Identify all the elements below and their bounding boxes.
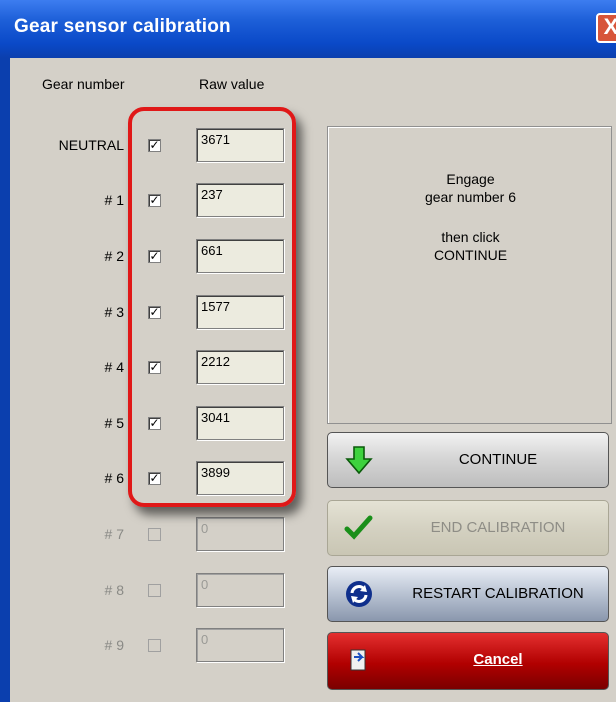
title-bar[interactable]: Gear sensor calibration X (0, 0, 616, 58)
gear-checkbox-8[interactable] (148, 584, 161, 597)
instruction-line-2: gear number 6 (424, 189, 517, 205)
window-frame (0, 58, 10, 702)
exit-door-icon (350, 649, 366, 671)
gear-label-6: # 6 (104, 470, 124, 486)
raw-value-field-8[interactable]: 0 (196, 573, 284, 607)
gear-label-9: # 9 (104, 637, 124, 653)
blue-refresh-icon (346, 581, 372, 607)
instruction-line-1: Engage (446, 171, 495, 187)
cancel-button-label: Cancel (473, 651, 523, 668)
gear-label-7: # 7 (104, 526, 124, 542)
window-title: Gear sensor calibration (14, 16, 231, 37)
gear-checkbox-7[interactable] (148, 528, 161, 541)
gear-label-4: # 4 (104, 359, 124, 375)
raw-value-field-7[interactable]: 0 (196, 517, 284, 551)
continue-button-label: CONTINUE (458, 451, 538, 468)
restart-calibration-button-label: RESTART CALIBRATION (412, 585, 584, 602)
gear-number-header: Gear number (42, 76, 125, 92)
gear-label-neutral: NEUTRAL (58, 137, 124, 153)
end-calibration-button[interactable]: END CALIBRATION (327, 500, 609, 556)
green-down-arrow-icon (345, 446, 373, 475)
cancel-button[interactable]: Cancel (327, 632, 609, 690)
gear-checkbox-9[interactable] (148, 639, 161, 652)
close-button[interactable]: X (596, 13, 616, 43)
continue-button[interactable]: CONTINUE (327, 432, 609, 488)
gear-label-2: # 2 (104, 248, 124, 264)
instruction-line-3: then click (441, 229, 500, 245)
instruction-line-4: CONTINUE (433, 247, 508, 263)
calibration-window: Gear sensor calibration X Gear number Ra… (0, 0, 616, 702)
gear-label-1: # 1 (104, 192, 124, 208)
green-check-icon (344, 515, 373, 540)
gear-label-3: # 3 (104, 304, 124, 320)
instruction-panel: Engage gear number 6 then click CONTINUE (327, 126, 612, 424)
end-calibration-button-label: END CALIBRATION (430, 519, 566, 536)
gear-label-8: # 8 (104, 582, 124, 598)
restart-calibration-button[interactable]: RESTART CALIBRATION (327, 566, 609, 622)
gear-label-5: # 5 (104, 415, 124, 431)
current-values-highlight (128, 107, 296, 507)
raw-value-field-9[interactable]: 0 (196, 628, 284, 662)
raw-value-header: Raw value (199, 76, 265, 92)
